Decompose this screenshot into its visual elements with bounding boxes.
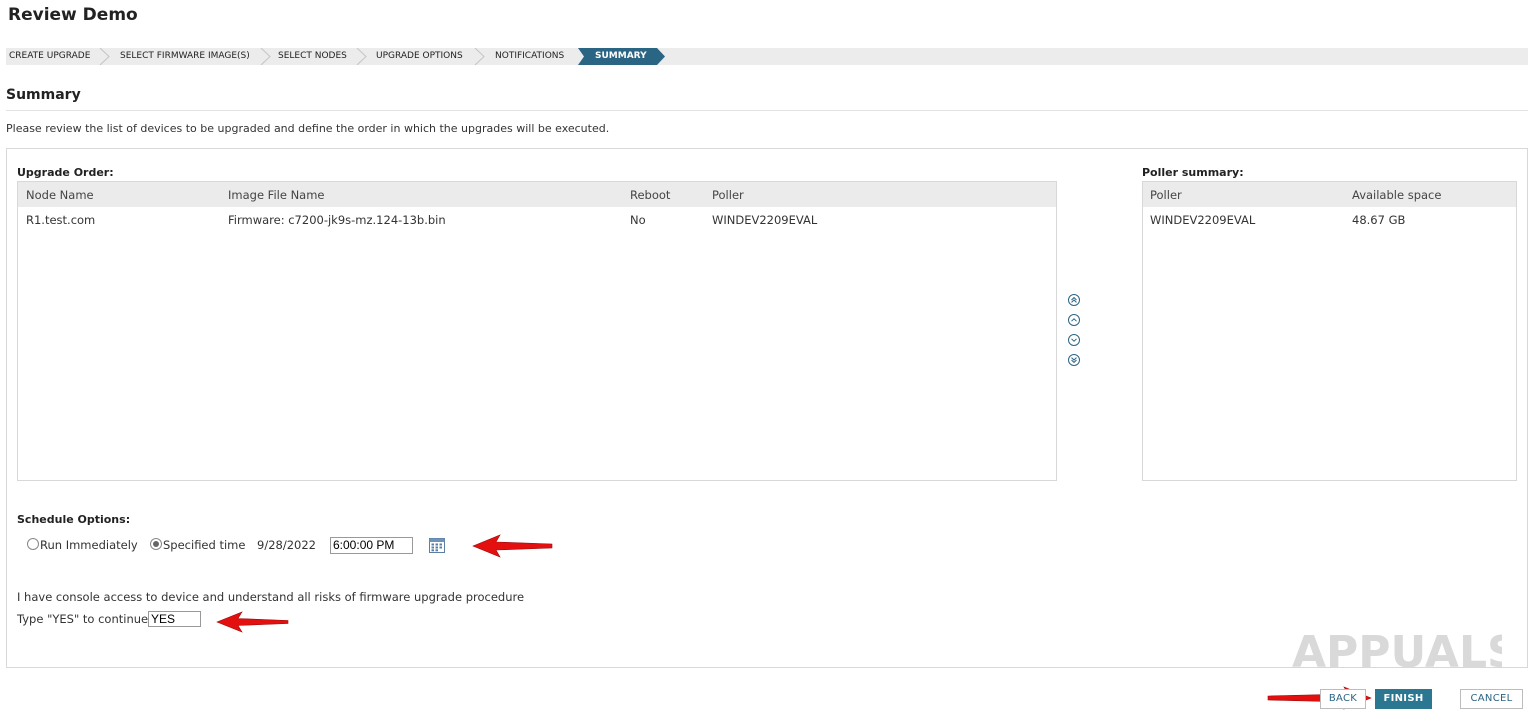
upgrade-order-grid: Node Name Image File Name Reboot Poller … — [17, 181, 1057, 481]
wizard-step-upgrade-options[interactable]: UPGRADE OPTIONS — [376, 48, 463, 65]
annotation-arrow-icon — [216, 611, 289, 633]
column-header-image-file[interactable]: Image File Name — [228, 188, 325, 202]
cell-image-file: Firmware: c7200-jk9s-mz.124-13b.bin — [228, 213, 446, 227]
back-button[interactable]: BACK — [1320, 689, 1366, 709]
column-header-reboot[interactable]: Reboot — [630, 188, 670, 202]
column-header-poller[interactable]: Poller — [712, 188, 744, 202]
page-title: Review Demo — [8, 5, 138, 25]
poller-summary-label: Poller summary: — [1142, 166, 1244, 179]
cell-poller: WINDEV2209EVAL — [1150, 213, 1256, 227]
chevron-right-icon — [356, 48, 367, 65]
column-header-node-name[interactable]: Node Name — [26, 188, 94, 202]
section-divider — [6, 110, 1528, 111]
cell-available-space: 48.67 GB — [1352, 213, 1406, 227]
wizard-step-notifications[interactable]: NOTIFICATIONS — [495, 48, 564, 65]
table-row[interactable]: R1.test.com Firmware: c7200-jk9s-mz.124-… — [18, 207, 1056, 231]
watermark-logo: APPUALS — [1292, 627, 1502, 676]
wizard-steps: CREATE UPGRADE SELECT FIRMWARE IMAGE(S) … — [6, 48, 1528, 65]
run-immediately-radio[interactable] — [27, 538, 39, 550]
chevron-right-icon — [99, 48, 110, 65]
table-row[interactable]: WINDEV2209EVAL 48.67 GB — [1143, 207, 1516, 231]
consent-statement: I have console access to device and unde… — [17, 590, 525, 604]
upgrade-order-header: Node Name Image File Name Reboot Poller — [18, 182, 1056, 207]
cancel-button[interactable]: CANCEL — [1460, 689, 1523, 709]
schedule-time-input[interactable]: 6:00:00 PM — [330, 537, 413, 554]
chevron-right-icon — [474, 48, 485, 65]
watermark-text: APPUALS — [1292, 627, 1502, 676]
move-bottom-icon[interactable] — [1067, 353, 1081, 367]
wizard-step-create-upgrade[interactable]: CREATE UPGRADE — [9, 48, 90, 65]
upgrade-order-label: Upgrade Order: — [17, 166, 114, 179]
cell-poller: WINDEV2209EVAL — [712, 213, 818, 227]
wizard-step-select-nodes[interactable]: SELECT NODES — [278, 48, 347, 65]
specified-time-radio[interactable] — [150, 538, 162, 550]
move-up-icon[interactable] — [1067, 313, 1081, 327]
cell-node-name: R1.test.com — [26, 213, 96, 227]
wizard-step-select-firmware[interactable]: SELECT FIRMWARE IMAGE(S) — [120, 48, 250, 65]
section-title: Summary — [6, 87, 81, 103]
intro-text: Please review the list of devices to be … — [6, 122, 610, 135]
move-down-icon[interactable] — [1067, 333, 1081, 347]
schedule-date[interactable]: 9/28/2022 — [257, 538, 316, 552]
consent-prompt: Type "YES" to continue: — [17, 612, 152, 626]
cell-reboot: No — [630, 213, 646, 227]
chevron-right-icon — [260, 48, 271, 65]
poller-summary-header: Poller Available space — [1143, 182, 1516, 207]
calendar-icon[interactable] — [429, 538, 445, 553]
specified-time-label[interactable]: Specified time — [163, 538, 245, 552]
run-immediately-label[interactable]: Run Immediately — [40, 538, 138, 552]
schedule-options-label: Schedule Options: — [17, 513, 131, 526]
confirm-yes-input[interactable]: YES — [148, 611, 201, 627]
annotation-arrow-icon — [472, 534, 553, 558]
move-top-icon[interactable] — [1067, 293, 1081, 307]
wizard-step-summary[interactable]: SUMMARY — [595, 48, 647, 65]
column-header-available-space[interactable]: Available space — [1352, 188, 1441, 202]
finish-button[interactable]: FINISH — [1375, 689, 1432, 709]
column-header-poller[interactable]: Poller — [1150, 188, 1182, 202]
poller-summary-grid: Poller Available space WINDEV2209EVAL 48… — [1142, 181, 1517, 481]
